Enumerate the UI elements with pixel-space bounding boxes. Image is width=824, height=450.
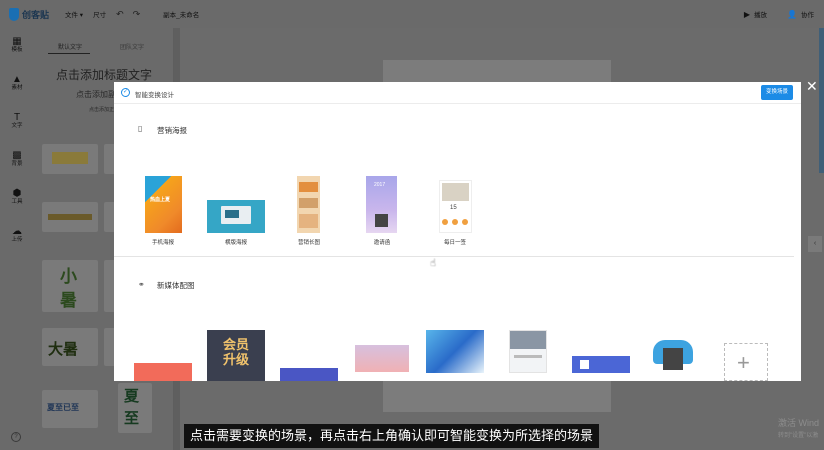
upload-icon: ☁ [12,226,22,237]
redo-icon[interactable]: ↷ [133,9,141,20]
close-icon[interactable]: ✕ [806,78,818,95]
text-style-tile[interactable]: 夏 至 [118,383,152,433]
add-title-text[interactable]: 点击添加标题文字 [34,66,174,83]
tab-team-text[interactable]: 团队文字 [120,42,144,51]
section-title-marketing: 营销海报 [157,126,187,135]
activation-watermark-hint: 转到"设置"以激 [778,433,819,439]
text-style-tile[interactable] [42,144,98,174]
scene-thumb-media[interactable] [572,356,630,373]
link-icon: ⚭ [138,280,145,289]
scene-thumb-mobile-poster[interactable]: 热血上夏 [145,176,182,233]
rail-item-text[interactable]: T 文字 [0,112,34,130]
play-button[interactable]: 播放 [754,9,767,19]
text-style-tile[interactable]: 夏至已至 [42,390,98,428]
logo-text: 创客贴 [22,9,50,20]
scene-thumb-media[interactable] [426,330,484,373]
phone-icon: ▯ [138,124,143,133]
scene-thumb-media[interactable] [647,330,701,373]
video-subtitle: 点击需要变换的场景，再点击右上角确认即可智能变换为所选择的场景 [184,424,600,448]
text-style-tile[interactable]: 小 暑 [42,260,98,312]
text-style-tile[interactable]: 大暑 [42,328,98,366]
scene-thumb-media[interactable] [280,368,338,381]
scene-thumb-media[interactable] [355,345,409,372]
scene-thumb-long-image[interactable] [297,176,320,233]
top-bar: 创客贴 文件 ▾ 尺寸 ↶ ↷ 副本_未命名 ▶ 播放 👤 协作 [0,0,824,28]
scene-label[interactable]: 横版海报 [206,238,266,246]
help-icon[interactable]: ? [11,432,21,442]
scene-thumb-invitation[interactable]: 2017 [366,176,397,233]
play-icon[interactable]: ▶ [744,10,750,19]
add-scene-button[interactable]: + [724,343,768,381]
tab-default-text[interactable]: 默认文字 [58,42,82,51]
scene-thumb-banner-poster[interactable] [207,200,265,233]
undo-icon[interactable]: ↶ [116,9,124,20]
smart-transform-modal: ✓ 智能变换设计 变换场景 ▯ 营销海报 热血上夏 手机海报 横版海报 营销长图… [114,82,801,381]
topbar-actions: ▶ 播放 👤 协作 [744,0,814,28]
rail-item-templates[interactable]: ▦ 模板 [0,36,34,54]
activation-watermark: 激活 Wind [778,418,820,428]
rail-item-tools[interactable]: ⬢ 工具 [0,188,34,206]
logo-mark [9,7,19,21]
rail-item-upload[interactable]: ☁ 上传 [0,226,34,244]
canvas-scrollbar[interactable] [819,28,824,173]
tools-icon: ⬢ [12,188,22,199]
rail-item-materials[interactable]: ▲ 素材 [0,74,34,92]
logo[interactable]: 创客贴 [9,7,65,21]
scene-label[interactable]: 每日一签 [425,238,485,246]
check-icon: ✓ [121,88,130,97]
shapes-icon: ▲ [12,74,22,85]
text-style-tile[interactable] [42,202,98,232]
template-icon: ▦ [12,36,22,47]
file-menu[interactable]: 文件 ▾ [65,9,83,19]
scene-thumb-media[interactable] [134,363,192,381]
user-icon[interactable]: 👤 [787,10,797,19]
modal-title: 智能变换设计 [135,92,174,99]
background-icon: ▩ [12,150,22,161]
document-name[interactable]: 副本_未命名 [163,9,199,19]
section-divider [114,256,794,257]
rail-item-background[interactable]: ▩ 背景 [0,150,34,168]
section-title-new-media: 新媒体配图 [157,281,195,290]
scene-thumb-media[interactable]: 会员升级 [207,330,265,381]
switch-scene-button[interactable]: 变换场景 [761,85,793,100]
scene-label[interactable]: 手机海报 [133,238,193,246]
scene-thumb-daily-card[interactable]: 15 [439,180,472,233]
scene-label[interactable]: 营销长图 [279,238,339,246]
modal-header: ✓ 智能变换设计 变换场景 [114,82,801,104]
size-menu[interactable]: 尺寸 [93,9,106,19]
collaborate-button[interactable]: 协作 [801,9,814,19]
plus-icon: + [737,350,750,375]
scene-thumb-media[interactable] [509,330,547,373]
left-rail: ▦ 模板 ▲ 素材 T 文字 ▩ 背景 ⬢ 工具 ☁ 上传 [0,28,34,450]
scene-label[interactable]: 邀请函 [352,238,412,246]
panel-tabs: 默认文字 团队文字 [34,42,174,54]
collapse-arrow-icon[interactable]: ‹ [808,236,822,252]
active-tab-indicator [48,53,90,54]
hand-cursor-icon: ☝ [430,258,437,269]
text-icon: T [13,112,21,123]
